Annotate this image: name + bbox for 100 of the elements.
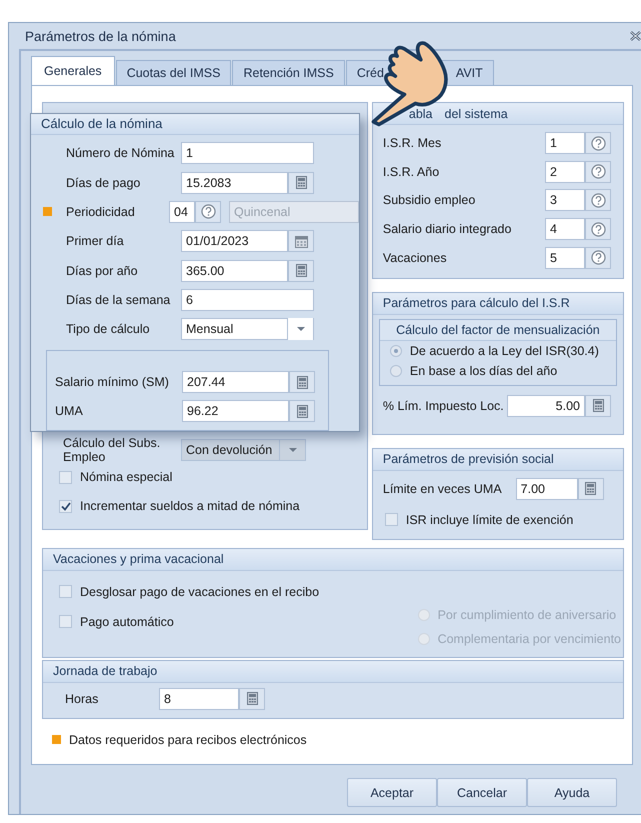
calculator-button[interactable] [288, 260, 314, 282]
input-field[interactable]: 04 [169, 200, 195, 223]
group-header: Vacaciones y prima vacacional [43, 548, 623, 571]
input-field[interactable]: 207.44 [182, 371, 289, 394]
field-label: I.S.R. Mes [382, 136, 442, 150]
field-label: Vacaciones [382, 250, 447, 265]
group-header: Parámetros para cálculo del I.S.R [372, 292, 623, 315]
input-field[interactable]: 5.00 [507, 394, 585, 417]
calculator-button[interactable] [289, 371, 315, 394]
calculator-icon [296, 376, 308, 389]
dialog-button[interactable]: Aceptar [347, 778, 437, 807]
checkbox-label: Incrementar sueldos a mitad de nómina [80, 499, 300, 513]
field-label: Salario diario integrado [382, 222, 512, 236]
calculator-icon [296, 176, 306, 190]
help-button[interactable] [585, 246, 611, 269]
field-label: Número de Nómina [66, 146, 174, 160]
calculator-icon [246, 692, 258, 706]
window-title: Parámetros de la nómina [25, 28, 176, 44]
tab[interactable]: Retención IMSS [232, 60, 345, 85]
field-label: Tipo de cálculo [66, 322, 150, 336]
caret-icon [296, 326, 304, 332]
checkbox-label: ISR incluye límite de exención [406, 512, 574, 527]
dropdown[interactable]: Mensual [181, 318, 314, 340]
checkbox[interactable] [384, 513, 398, 526]
calendar-button[interactable] [288, 230, 314, 252]
close-icon [630, 31, 641, 41]
checkbox-label: Pago automático [80, 614, 174, 629]
input-field[interactable]: 5 [545, 246, 585, 269]
required-marker [52, 735, 61, 744]
help-icon [590, 192, 606, 208]
help-button[interactable] [585, 189, 611, 212]
group-header: Parámetros de previsión social [372, 448, 623, 471]
caret-icon [288, 448, 296, 452]
field-label: Días por año [66, 264, 138, 278]
dialog-button[interactable]: Cancelar [437, 778, 527, 807]
help-button[interactable] [195, 200, 221, 223]
field-label: Días de la semana [66, 292, 170, 307]
field-label: Primer día [66, 234, 124, 248]
group-header: Cálculo del factor de mensualización [380, 320, 616, 341]
input-field[interactable]: 1 [545, 132, 585, 154]
input-field[interactable]: 96.22 [182, 400, 289, 422]
legend-text: Datos requeridos para recibos electrónicos [69, 732, 307, 747]
field-label: Horas [65, 692, 100, 706]
help-icon [590, 222, 606, 237]
radio-label: En base a los días del año [410, 364, 558, 378]
help-icon [590, 136, 606, 151]
checkbox[interactable] [59, 615, 72, 628]
input-field[interactable]: 8 [159, 688, 239, 710]
group-header: del sistema [444, 106, 508, 120]
radio-button[interactable] [390, 364, 402, 377]
calculator-button[interactable] [289, 400, 315, 422]
calculator-icon [296, 404, 308, 418]
dropdown[interactable]: Con devolución [181, 439, 306, 461]
help-button[interactable] [585, 218, 611, 240]
field-label: Periodicidad [66, 204, 135, 219]
input-field[interactable]: 3 [545, 189, 585, 212]
radio-label: Complementaria por vencimiento [438, 632, 621, 646]
input-field[interactable]: 7.00 [516, 478, 578, 500]
radio-button[interactable] [390, 344, 402, 357]
checkbox-label: Nómina especial [80, 470, 172, 484]
group-header: abla [408, 106, 433, 120]
tab[interactable]: Generales [31, 56, 115, 85]
checkbox-label: Desglosar pago de vacaciones en el recibo [80, 584, 320, 599]
field-label: UMA [55, 404, 83, 418]
dialog-button[interactable]: Ayuda [527, 778, 617, 807]
calculator-icon [585, 482, 596, 496]
input-field[interactable]: 365.00 [181, 260, 288, 282]
calculator-button[interactable] [239, 688, 265, 710]
input-field: Quincenal [229, 200, 359, 223]
field-label: % Lím. Impuesto Loc. [382, 398, 504, 413]
radio-label: Por cumplimiento de aniversario [438, 608, 616, 622]
checkbox[interactable] [59, 470, 72, 484]
field-label: Límite en veces UMA [382, 482, 502, 496]
calculator-button[interactable] [288, 172, 314, 194]
help-icon [200, 204, 216, 220]
checkbox[interactable] [59, 585, 72, 598]
help-button[interactable] [585, 132, 611, 154]
input-field[interactable]: 2 [545, 160, 585, 183]
calculator-button[interactable] [578, 478, 604, 500]
group-header: Jornada de trabajo [43, 660, 623, 683]
calculator-icon [296, 264, 306, 277]
input-field[interactable]: 15.2083 [181, 172, 288, 194]
input-field[interactable]: 6 [181, 288, 314, 311]
radio-label: De acuerdo a la Ley del ISR(30.4) [410, 344, 599, 358]
calculator-icon [592, 399, 604, 412]
group-header: Cálculo de la nómina [31, 114, 359, 135]
help-icon [590, 250, 606, 266]
tab[interactable]: Cuotas del IMSS [116, 60, 232, 85]
input-field[interactable]: 4 [545, 218, 585, 240]
field-label: Salario mínimo (SM) [55, 375, 169, 390]
input-field[interactable]: 01/01/2023 [181, 230, 288, 252]
calendar-icon [294, 234, 308, 248]
help-button[interactable] [585, 160, 611, 183]
help-icon [590, 164, 606, 180]
field-label: Días de pago [66, 176, 140, 190]
input-field[interactable]: 1 [181, 142, 314, 164]
checkbox[interactable] [59, 500, 72, 512]
calculator-button[interactable] [585, 394, 611, 417]
field-label: I.S.R. Año [382, 164, 440, 179]
field-label: Subsidio empleo [382, 193, 476, 208]
